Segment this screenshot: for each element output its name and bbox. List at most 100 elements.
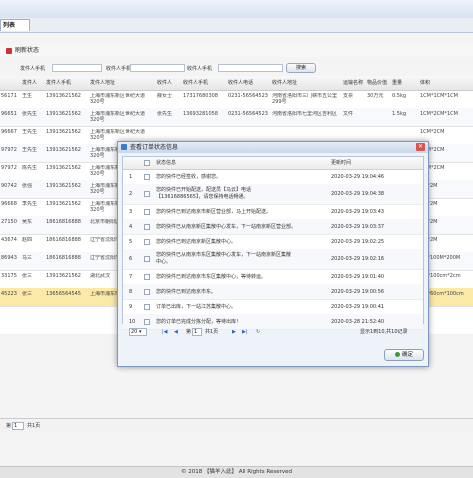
col-receiver: 收件人 xyxy=(157,80,173,86)
pager-page-input[interactable]: 1 xyxy=(12,422,24,430)
table-cell: 13656564545 xyxy=(46,291,81,297)
row-number: 9 xyxy=(129,304,133,310)
table-cell: 18616816888 xyxy=(46,255,81,261)
check-icon xyxy=(394,352,400,357)
table-cell: 18616816888 xyxy=(46,237,81,243)
receiver-phone-label: 收件人手机 xyxy=(106,66,132,72)
table-cell: 王生 xyxy=(22,93,33,99)
table-cell: 河南省洛阳市三门峡市五公里299号 xyxy=(272,93,338,105)
table-cell: 1.5kg xyxy=(392,111,407,117)
refresh-status-label: 刷新状态 xyxy=(15,47,40,54)
status-grid: 状态信息 更新时间 1 您的快件已经签收，感谢您。 2020-03-29 19:04… xyxy=(122,156,424,330)
row-checkbox[interactable] xyxy=(144,289,150,295)
col-sender-address: 发件人地址 xyxy=(90,80,116,86)
table-cell: 赵四 xyxy=(22,237,33,243)
col-receiver-address: 收件人地址 xyxy=(272,80,298,86)
refresh-icon[interactable]: ↻ xyxy=(256,328,260,336)
col-transport: 运输名称 xyxy=(343,80,364,86)
update-time: 2020-03-29 19:04:38 xyxy=(331,191,385,197)
table-cell: 上海市浦东新区世纪大道320号 xyxy=(90,111,146,123)
sender-phone-input[interactable] xyxy=(52,64,102,72)
table-cell: 13913621562 xyxy=(46,273,81,279)
row-checkbox[interactable] xyxy=(144,239,150,245)
receiver-phone-input[interactable] xyxy=(130,64,185,72)
status-text: 您的快件已从南京新区集散中心发车，下一站南京新区营业部。 xyxy=(156,224,297,230)
status-text: 订单已出库，下一站江苏集散中心。 xyxy=(156,304,237,310)
first-page-icon[interactable]: |◀ xyxy=(162,328,168,336)
status-text: 您的快件已到达南京市东区集散中心，等待转运。 xyxy=(156,274,267,280)
receiver-phone-label-2: 收件人手机 xyxy=(187,66,213,72)
row-checkbox[interactable] xyxy=(144,209,150,215)
row-number: 1 xyxy=(129,174,133,180)
status-text: 您的快件已开始配送，配送员【马云】电话 xyxy=(156,187,252,193)
status-row[interactable]: 1 您的快件已经签收，感谢您。 2020-03-29 19:04:46 xyxy=(123,169,423,185)
pager-page-label: 第 xyxy=(6,423,12,429)
search-button[interactable]: 搜索 xyxy=(286,63,316,73)
row-number: 6 xyxy=(129,256,133,262)
status-row[interactable]: 8 您的快件已到达南京市东。 2020-03-29 19:00:56 xyxy=(123,284,423,300)
col-volume: 体积 xyxy=(420,80,431,86)
dialog-page-input[interactable]: 1 xyxy=(192,328,202,336)
row-checkbox[interactable] xyxy=(144,191,150,197)
last-page-icon[interactable]: ▶| xyxy=(242,328,248,336)
table-cell: 河南省洛阳市七里河区吉利区 xyxy=(272,111,338,117)
status-row[interactable]: 7 您的快件已到达南京市东区集散中心，等待转运。 2020-03-29 19:01:… xyxy=(123,269,423,285)
tab-order-list[interactable]: 列表 xyxy=(0,19,30,31)
table-cell: 13913621562 xyxy=(46,129,81,135)
table-row[interactable]: 96651 张先生 13913621562 上海市浦东新区世纪大道320号 张先生 136… xyxy=(0,108,473,127)
next-page-icon[interactable]: ▶ xyxy=(232,328,236,336)
table-cell: 李先生 xyxy=(22,201,38,207)
status-row[interactable]: 3 您的快件已到达南京市新区营业部，马上开始配送。 2020-03-29 19:03… xyxy=(123,204,423,220)
table-cell: 0.5kg xyxy=(392,93,407,99)
status-row[interactable]: 5 您的快件已到达南京新区集散中心。 2020-03-29 19:02:25 xyxy=(123,234,423,250)
prev-page-icon[interactable]: ◀ xyxy=(174,328,178,336)
tab-strip: 列表 xyxy=(0,18,473,33)
select-all-checkbox[interactable] xyxy=(144,160,150,166)
status-row[interactable]: 6 您的快件已从南京市东区集散中心发车，下一站南京新区集散 中心。 2020-03-2… xyxy=(123,249,423,270)
row-id-cell: 96667 xyxy=(1,129,17,135)
refresh-icon xyxy=(6,48,12,54)
update-time: 2020-03-29 19:00:56 xyxy=(331,289,385,295)
dialog-record-summary: 显示1到10,共10记录 xyxy=(360,329,408,335)
row-id-cell: 97972 xyxy=(1,147,17,153)
refresh-status-button[interactable]: 刷新状态 xyxy=(6,46,39,56)
row-checkbox[interactable] xyxy=(144,274,150,280)
row-checkbox[interactable] xyxy=(144,256,150,262)
table-cell: 13913621562 xyxy=(46,201,81,207)
table-cell: 王先生 xyxy=(22,129,38,135)
row-checkbox[interactable] xyxy=(144,319,150,325)
dialog-pager: 20 ▾ |◀ ◀ 第 1 共1页 ▶ ▶| ↻ 显示1到10,共10记录 xyxy=(122,326,424,338)
update-time: 2020-03-29 19:03:37 xyxy=(331,224,385,230)
table-cell: 0231-56564523 xyxy=(228,93,268,99)
row-id-cell: 96651 xyxy=(1,111,17,117)
table-cell: 1CM*2CM*1CM xyxy=(420,111,458,117)
status-text: 中心。 xyxy=(156,259,172,265)
close-icon[interactable]: ✕ xyxy=(416,143,425,151)
col-status: 状态信息 xyxy=(156,160,177,166)
page-size-select[interactable]: 20 ▾ xyxy=(129,328,147,336)
row-id-cell: 96668 xyxy=(1,201,17,207)
table-cell: 文件 xyxy=(343,111,354,117)
row-checkbox[interactable] xyxy=(144,174,150,180)
row-id-cell: 45223 xyxy=(1,291,17,297)
table-row[interactable]: 56171 王生 13913621562 上海市浦东新区世纪大道320号 薛女士 1731… xyxy=(0,90,473,109)
status-row[interactable]: 4 您的快件已从南京新区集散中心发车，下一站南京新区营业部。 2020-03-29 … xyxy=(123,219,423,235)
row-id-cell: 97972 xyxy=(1,165,17,171)
status-row[interactable]: 9 订单已出库，下一站江苏集散中心。 2020-03-29 19:00:41 xyxy=(123,299,423,315)
table-cell: 17317680308 xyxy=(183,93,218,99)
status-row[interactable]: 2 您的快件已开始配送，配送员【马云】电话 【13616886565】，请您保持电话… xyxy=(123,184,423,205)
row-id-cell: 27150 xyxy=(1,219,17,225)
receiver-phone-input-2[interactable] xyxy=(218,64,283,72)
ok-button[interactable]: 确定 xyxy=(384,349,424,361)
table-cell: 支票 xyxy=(343,93,354,99)
col-weight: 重量 xyxy=(392,80,403,86)
table-cell: 13693281058 xyxy=(183,111,218,117)
row-number: 7 xyxy=(129,274,133,280)
update-time: 2020-03-29 19:04:46 xyxy=(331,174,385,180)
status-text: 您的快件已经签收，感谢您。 xyxy=(156,174,222,180)
row-checkbox[interactable] xyxy=(144,224,150,230)
page-size-value: 20 xyxy=(131,329,138,335)
row-checkbox[interactable] xyxy=(144,304,150,310)
ok-button-label: 确定 xyxy=(401,352,413,358)
table-cell: 张先生 xyxy=(22,111,38,117)
